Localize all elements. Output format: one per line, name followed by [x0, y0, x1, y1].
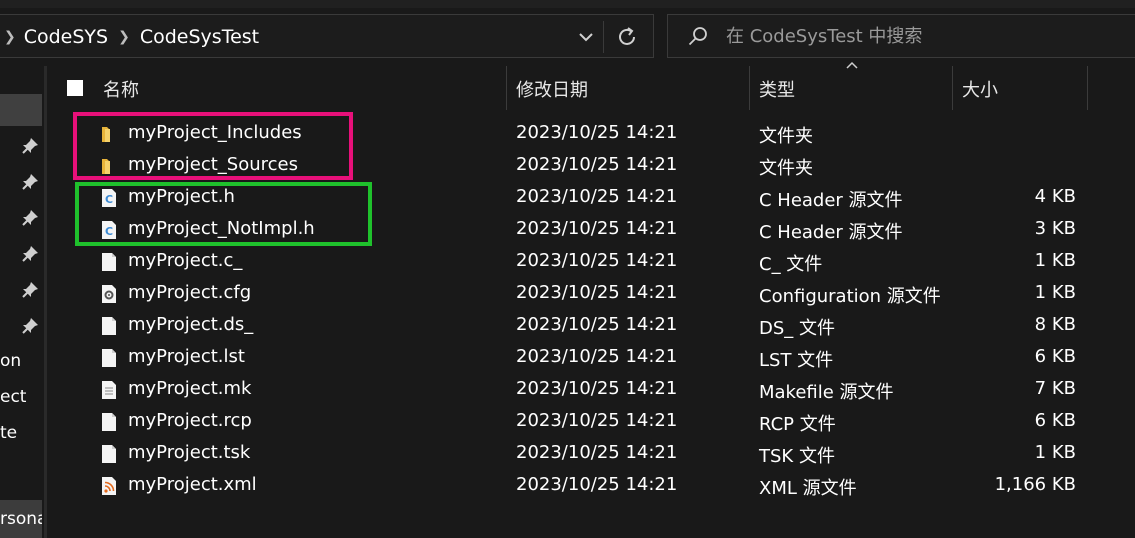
- file-type: TSK 文件: [759, 446, 835, 467]
- column-header-size[interactable]: 大小: [962, 76, 998, 102]
- nav-item-label[interactable]: te: [0, 423, 44, 443]
- file-modified-date: 2023/10/25 14:21: [516, 378, 678, 399]
- file-row[interactable]: myProject.xml 2023/10/25 14:21 XML 源文件 1,16…: [47, 470, 1135, 502]
- pin-icon[interactable]: [20, 208, 40, 228]
- pin-icon[interactable]: [20, 172, 40, 192]
- title-strip: [0, 0, 1135, 8]
- file-size: 1,166 KB: [994, 474, 1076, 495]
- xml-file-icon: [99, 476, 119, 496]
- file-modified-date: 2023/10/25 14:21: [516, 346, 678, 367]
- file-size: 4 KB: [1034, 186, 1076, 207]
- highlight-box-folders: [73, 112, 353, 180]
- file-size: 6 KB: [1034, 410, 1076, 431]
- search-icon: [688, 27, 707, 46]
- column-divider[interactable]: [749, 66, 750, 110]
- file-type: 文件夹: [759, 126, 813, 147]
- file-icon: [99, 444, 119, 464]
- chevron-down-icon[interactable]: [572, 23, 600, 51]
- search-box[interactable]: [667, 14, 1135, 58]
- search-input[interactable]: [726, 15, 1106, 57]
- file-name: myProject.rcp: [128, 410, 252, 431]
- nav-item-label[interactable]: on: [0, 351, 44, 371]
- file-row[interactable]: myProject.rcp 2023/10/25 14:21 RCP 文件 6 KB: [47, 406, 1135, 438]
- chevron-right-icon[interactable]: ❯: [118, 29, 130, 45]
- nav-item-label[interactable]: ect: [0, 387, 44, 407]
- file-name: myProject.ds_: [128, 314, 254, 335]
- file-row[interactable]: myProject.lst 2023/10/25 14:21 LST 文件 6 KB: [47, 342, 1135, 374]
- file-modified-date: 2023/10/25 14:21: [516, 282, 678, 303]
- file-icon: [99, 252, 119, 272]
- file-modified-date: 2023/10/25 14:21: [516, 218, 678, 239]
- file-icon: [99, 348, 119, 368]
- file-name: myProject.mk: [128, 378, 252, 399]
- pin-icon[interactable]: [20, 244, 40, 264]
- breadcrumb: ❯ CodeSYS ❯ CodeSysTest: [0, 15, 259, 59]
- file-type: C_ 文件: [759, 254, 823, 275]
- highlight-box-headers: [75, 182, 372, 246]
- file-type: 文件夹: [759, 158, 813, 179]
- column-header-type[interactable]: 类型: [759, 76, 795, 102]
- breadcrumb-item-codesys[interactable]: CodeSYS: [24, 26, 108, 48]
- column-header: 名称 修改日期 类型 大小: [47, 61, 1135, 110]
- pin-icon[interactable]: [20, 280, 40, 300]
- nav-item-label[interactable]: rsona: [0, 500, 42, 538]
- file-row[interactable]: myProject.tsk 2023/10/25 14:21 TSK 文件 1 KB: [47, 438, 1135, 470]
- file-type: Makefile 源文件: [759, 382, 894, 403]
- file-modified-date: 2023/10/25 14:21: [516, 410, 678, 431]
- file-row[interactable]: myProject.ds_ 2023/10/25 14:21 DS_ 文件 8 KB: [47, 310, 1135, 342]
- file-size: 1 KB: [1034, 250, 1076, 271]
- file-modified-date: 2023/10/25 14:21: [516, 250, 678, 271]
- file-row[interactable]: myProject.c_ 2023/10/25 14:21 C_ 文件 1 KB: [47, 246, 1135, 278]
- file-icon: [99, 412, 119, 432]
- config-file-icon: [99, 284, 119, 304]
- file-type: XML 源文件: [759, 478, 857, 499]
- file-name: myProject.lst: [128, 346, 245, 367]
- file-size: 6 KB: [1034, 346, 1076, 367]
- column-divider[interactable]: [1087, 66, 1088, 110]
- file-type: C Header 源文件: [759, 190, 903, 211]
- pin-icon[interactable]: [20, 136, 40, 156]
- file-modified-date: 2023/10/25 14:21: [516, 154, 678, 175]
- file-size: 1 KB: [1034, 442, 1076, 463]
- file-size: 1 KB: [1034, 282, 1076, 303]
- file-icon: [99, 316, 119, 336]
- text-file-icon: [99, 380, 119, 400]
- file-modified-date: 2023/10/25 14:21: [516, 442, 678, 463]
- file-modified-date: 2023/10/25 14:21: [516, 122, 678, 143]
- file-name: myProject.c_: [128, 250, 243, 271]
- file-type: LST 文件: [759, 350, 834, 371]
- nav-item-selected[interactable]: [0, 94, 42, 126]
- file-size: 3 KB: [1034, 218, 1076, 239]
- file-row[interactable]: myProject.cfg 2023/10/25 14:21 Configurati…: [47, 278, 1135, 310]
- file-type: C Header 源文件: [759, 222, 903, 243]
- file-modified-date: 2023/10/25 14:21: [516, 314, 678, 335]
- select-all-checkbox[interactable]: [67, 80, 83, 96]
- file-modified-date: 2023/10/25 14:21: [516, 474, 678, 495]
- divider: [603, 21, 604, 53]
- address-bar[interactable]: ❯ CodeSYS ❯ CodeSysTest: [0, 14, 654, 58]
- chevron-right-icon[interactable]: ❯: [4, 29, 16, 45]
- column-header-date[interactable]: 修改日期: [516, 76, 588, 102]
- file-modified-date: 2023/10/25 14:21: [516, 186, 678, 207]
- breadcrumb-item-codesystest[interactable]: CodeSysTest: [140, 26, 259, 48]
- file-name: myProject.tsk: [128, 442, 251, 463]
- file-name: myProject.cfg: [128, 282, 252, 303]
- column-header-name[interactable]: 名称: [103, 76, 139, 102]
- file-size: 8 KB: [1034, 314, 1076, 335]
- file-name: myProject.xml: [128, 474, 257, 495]
- file-type: Configuration 源文件: [759, 286, 941, 307]
- column-divider[interactable]: [506, 66, 507, 110]
- file-size: 7 KB: [1034, 378, 1076, 399]
- file-type: DS_ 文件: [759, 318, 836, 339]
- file-row[interactable]: myProject.mk 2023/10/25 14:21 Makefile 源文件…: [47, 374, 1135, 406]
- sort-ascending-icon: [846, 61, 858, 69]
- pin-icon[interactable]: [20, 316, 40, 336]
- refresh-icon[interactable]: [612, 23, 644, 51]
- file-type: RCP 文件: [759, 414, 836, 435]
- column-divider[interactable]: [952, 66, 953, 110]
